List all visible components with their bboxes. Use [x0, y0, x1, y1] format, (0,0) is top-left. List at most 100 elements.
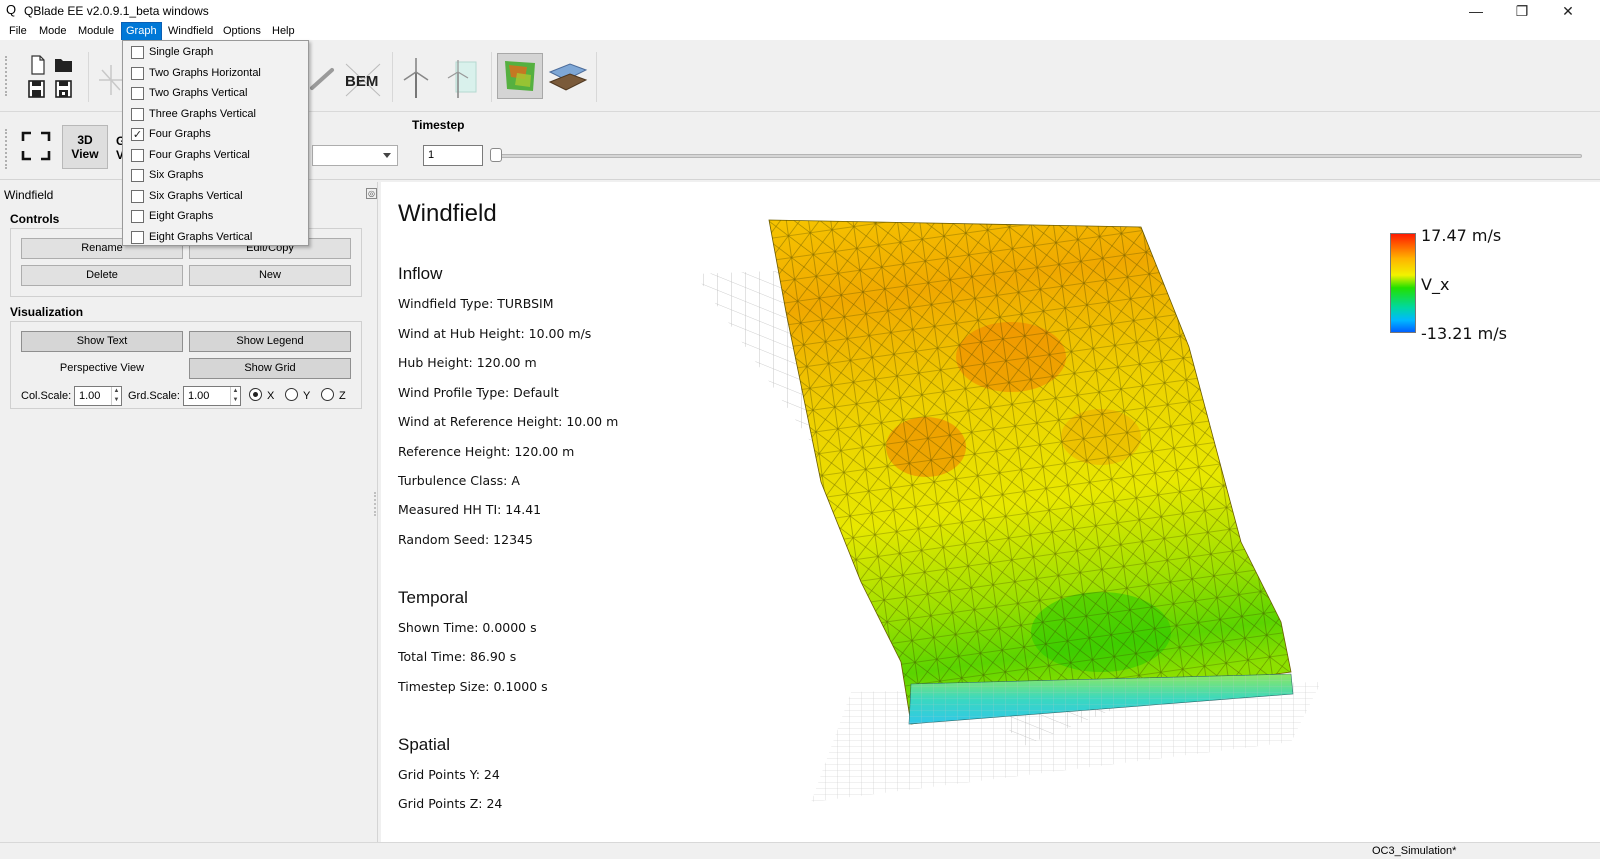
3d-view-line2: View: [71, 147, 99, 161]
dock-title: Windfield: [4, 188, 54, 202]
windfield-3d-view[interactable]: Windfield Inflow Windfield Type: TURBSIM…: [381, 182, 1600, 842]
graph-menu-item[interactable]: Single Graph: [124, 42, 308, 63]
axis-z-radio[interactable]: [321, 388, 334, 401]
graph-menu-item[interactable]: Six Graphs: [124, 165, 308, 186]
blade-edge-icon[interactable]: [308, 60, 336, 100]
inflow-line: Reference Height: 120.00 m: [398, 444, 575, 459]
turbine-icon[interactable]: [400, 56, 432, 100]
grd-scale-spinbox[interactable]: 1.00 ▲ ▼: [183, 386, 241, 406]
color-legend-bar: [1390, 233, 1416, 333]
menu-file[interactable]: File: [5, 23, 31, 40]
inflow-line: Measured HH TI: 14.41: [398, 502, 542, 517]
show-text-button[interactable]: Show Text: [21, 331, 183, 352]
checkbox-icon: [131, 107, 144, 121]
graph-menu-item[interactable]: Three Graphs Vertical: [124, 104, 308, 125]
toolbar-separator: [596, 52, 597, 102]
delete-button[interactable]: Delete: [21, 265, 183, 286]
minimize-button[interactable]: —: [1453, 0, 1499, 22]
new-button[interactable]: New: [189, 265, 351, 286]
legend-max-label: 17.47 m/s: [1421, 226, 1502, 245]
windfield-dock: Windfield ◎ Controls Rename Edit/Copy De…: [0, 182, 378, 842]
dock-float-icon[interactable]: ◎: [366, 188, 377, 199]
menu-module[interactable]: Module: [74, 23, 118, 40]
graph-menu-item-label: Six Graphs: [149, 169, 204, 181]
fullscreen-icon[interactable]: [21, 131, 51, 161]
menu-help[interactable]: Help: [268, 23, 299, 40]
graph-menu-item[interactable]: Two Graphs Vertical: [124, 83, 308, 104]
axis-x-radio[interactable]: [249, 388, 262, 401]
timestep-label: Timestep: [412, 118, 465, 132]
view-heading: Windfield: [398, 200, 497, 227]
timestep-slider[interactable]: [495, 154, 1582, 158]
checkbox-icon: [131, 210, 144, 223]
graph-menu-item-label: Two Graphs Vertical: [149, 87, 248, 99]
graph-menu-item-label: Six Graphs Vertical: [149, 189, 243, 202]
graph-menu-dropdown: Single Graph Two Graphs Horizontal Two Gra…: [122, 40, 309, 246]
toolbar-separator: [392, 52, 393, 102]
inflow-line: Wind Profile Type: Default: [398, 385, 559, 400]
col-scale-label: Col.Scale:: [21, 390, 72, 402]
perspective-view-toggle[interactable]: Perspective View: [21, 362, 183, 374]
bem-icon[interactable]: BEM: [342, 60, 384, 100]
temporal-line: Shown Time: 0.0000 s: [398, 620, 537, 635]
temporal-line: Timestep Size: 0.1000 s: [398, 679, 548, 694]
menu-windfield[interactable]: Windfield: [164, 23, 217, 40]
inflow-line: Random Seed: 12345: [398, 532, 533, 547]
qblade-app-icon: Q: [6, 2, 17, 17]
graph-menu-item[interactable]: Four Graphs Vertical: [124, 145, 308, 166]
checkbox-icon: [131, 189, 144, 203]
windfield-3d-icon[interactable]: [497, 53, 543, 99]
checkbox-icon: [131, 87, 144, 100]
toolbar-separator: [88, 52, 89, 102]
toolbar-grip[interactable]: [5, 129, 7, 169]
axis-y-radio[interactable]: [285, 388, 298, 401]
timestep-slider-handle[interactable]: [490, 148, 502, 162]
controls-group-title: Controls: [10, 212, 60, 226]
bem-label: BEM: [345, 73, 378, 90]
show-grid-button[interactable]: Show Grid: [189, 358, 351, 379]
windfield-surface-plot[interactable]: [381, 182, 1600, 842]
close-button[interactable]: ✕: [1545, 0, 1591, 22]
save-icon[interactable]: [24, 78, 50, 100]
restore-button[interactable]: ❐: [1499, 0, 1545, 22]
save-as-icon[interactable]: [51, 78, 77, 100]
graph-menu-item[interactable]: Two Graphs Horizontal: [124, 63, 308, 84]
new-file-icon[interactable]: [24, 54, 50, 76]
windfield-surface-icon[interactable]: [546, 56, 590, 98]
dock-splitter-handle[interactable]: [374, 492, 376, 516]
spin-arrows-icon[interactable]: ▲ ▼: [111, 387, 121, 405]
turbine-field-icon[interactable]: [444, 56, 480, 100]
menu-options[interactable]: Options: [219, 23, 265, 40]
col-scale-spinbox[interactable]: 1.00 ▲ ▼: [74, 386, 122, 406]
legend-min-label: -13.21 m/s: [1421, 324, 1507, 343]
axis-y-label: Y: [303, 390, 311, 402]
menu-mode[interactable]: Mode: [35, 23, 71, 40]
graph-menu-item[interactable]: Six Graphs Vertical: [124, 186, 308, 207]
grd-scale-label: Grd.Scale:: [128, 390, 180, 402]
graph-menu-item[interactable]: Eight Graphs: [124, 206, 308, 227]
graph-menu-item-label: Four Graphs: [149, 128, 211, 140]
project-name: OC3_Simulation*: [1372, 845, 1457, 857]
checkmark-icon: ✓: [131, 128, 144, 141]
open-folder-icon[interactable]: [51, 54, 77, 76]
spatial-heading: Spatial: [398, 735, 450, 754]
show-legend-button[interactable]: Show Legend: [189, 331, 351, 352]
axis-x-label: X: [267, 390, 275, 402]
graph-menu-item-label: Single Graph: [149, 46, 214, 58]
toolbar-grip[interactable]: [5, 56, 7, 96]
checkbox-icon: [131, 66, 144, 80]
spin-arrows-icon[interactable]: ▲ ▼: [230, 387, 240, 405]
inflow-line: Wind at Reference Height: 10.00 m: [398, 414, 619, 429]
graph-menu-item[interactable]: Eight Graphs Vertical: [124, 227, 308, 248]
graph-menu-item[interactable]: ✓ Four Graphs: [124, 124, 308, 145]
timestep-input[interactable]: 1: [423, 145, 483, 166]
graph-menu-item-label: Eight Graphs Vertical: [149, 230, 253, 243]
3d-view-button[interactable]: 3D View: [62, 125, 108, 169]
temporal-line: Total Time: 86.90 s: [398, 649, 517, 664]
window-title: QBlade EE v2.0.9.1_beta windows: [24, 4, 209, 18]
spatial-line: Grid Points Z: 24: [398, 796, 503, 811]
inflow-line: Turbulence Class: A: [398, 473, 520, 488]
windfield-select[interactable]: [312, 145, 398, 166]
menu-graph[interactable]: Graph: [121, 22, 162, 41]
inflow-line: Hub Height: 120.00 m: [398, 355, 537, 370]
